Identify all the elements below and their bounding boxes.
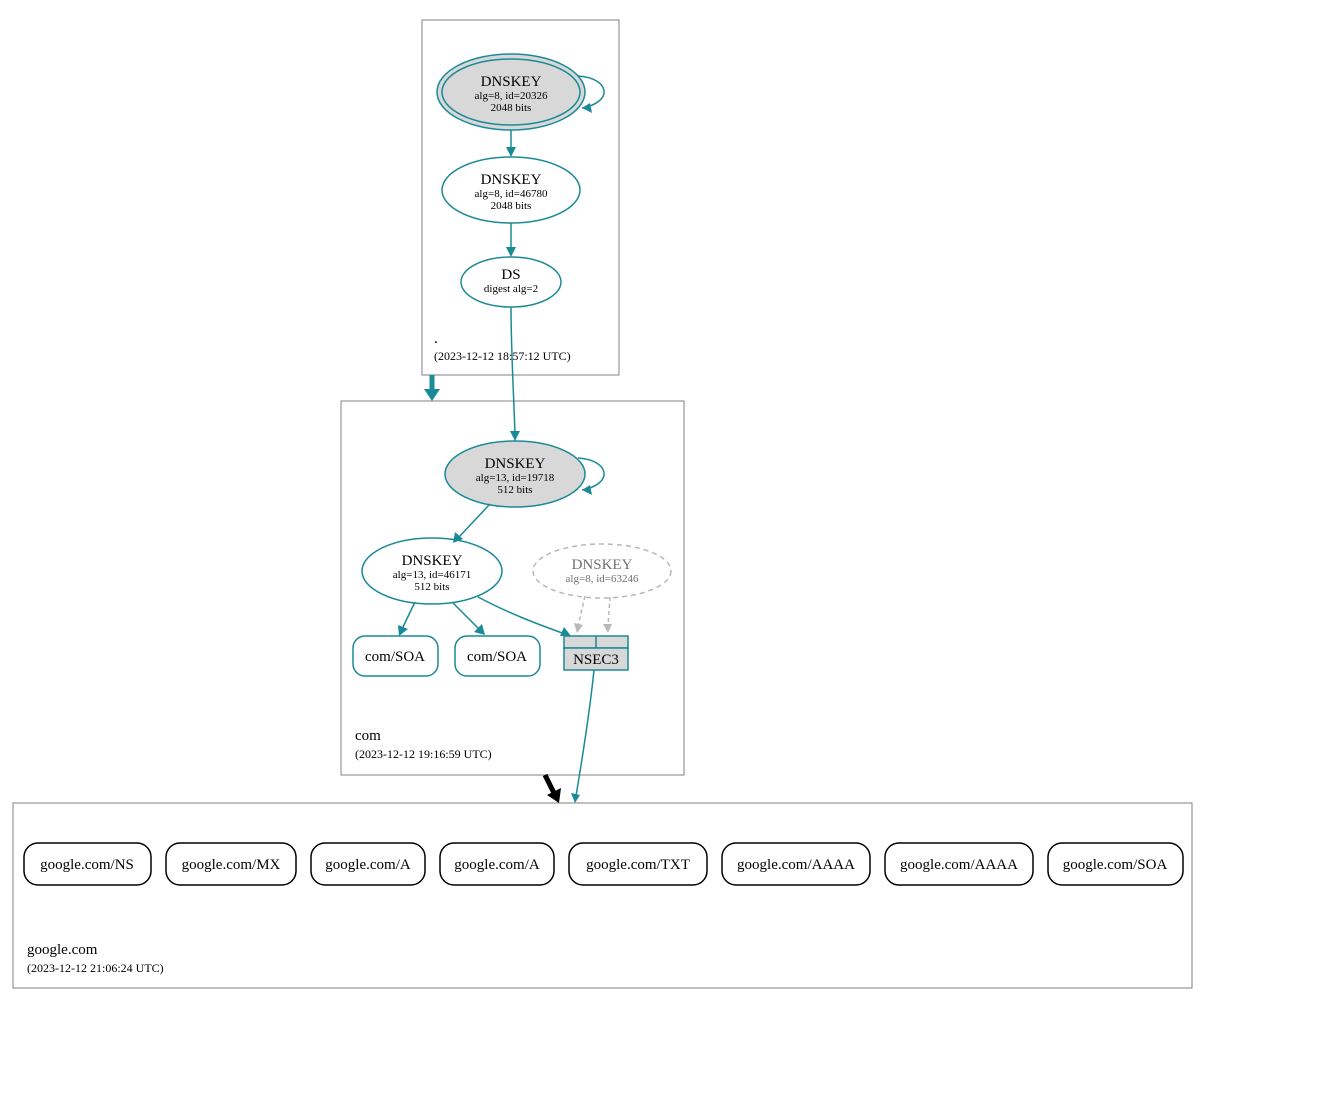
edge-nsec3-to-google <box>576 670 594 796</box>
node-com-zsk: DNSKEY alg=13, id=46171 512 bits <box>362 538 502 604</box>
svg-text:alg=13, id=19718: alg=13, id=19718 <box>476 472 555 484</box>
svg-text:2048 bits: 2048 bits <box>491 102 532 114</box>
node-com-ksk: DNSKEY alg=13, id=19718 512 bits <box>445 441 585 507</box>
svg-text:google.com/MX: google.com/MX <box>182 857 281 873</box>
edge-ds-to-com-ksk <box>511 307 515 435</box>
svg-text:alg=13, id=46171: alg=13, id=46171 <box>393 569 471 581</box>
zone-root-label: . <box>434 331 438 347</box>
svg-text:DNSKEY: DNSKEY <box>485 456 546 472</box>
node-root-zsk: DNSKEY alg=8, id=46780 2048 bits <box>442 157 580 223</box>
svg-text:google.com/A: google.com/A <box>454 857 540 873</box>
svg-text:google.com/TXT: google.com/TXT <box>586 857 690 873</box>
node-google-soa: google.com/SOA <box>1048 843 1183 885</box>
node-google-a-2: google.com/A <box>440 843 554 885</box>
svg-text:DS: DS <box>501 267 520 283</box>
svg-text:google.com/AAAA: google.com/AAAA <box>737 857 855 873</box>
node-nsec3: NSEC3 <box>564 636 628 670</box>
svg-text:alg=8, id=20326: alg=8, id=20326 <box>475 90 548 102</box>
node-com-soa-2: com/SOA <box>455 636 540 676</box>
svg-text:alg=8, id=63246: alg=8, id=63246 <box>566 573 639 585</box>
svg-text:com/SOA: com/SOA <box>467 649 527 665</box>
node-com-soa-1: com/SOA <box>353 636 438 676</box>
node-com-old-key: DNSKEY alg=8, id=63246 <box>533 544 671 598</box>
node-google-mx: google.com/MX <box>166 843 296 885</box>
svg-text:alg=8, id=46780: alg=8, id=46780 <box>475 188 548 200</box>
svg-text:DNSKEY: DNSKEY <box>481 74 542 90</box>
zone-com-time: (2023-12-12 19:16:59 UTC) <box>355 747 492 761</box>
svg-text:google.com/NS: google.com/NS <box>40 857 134 873</box>
svg-text:DNSKEY: DNSKEY <box>572 557 633 573</box>
node-google-txt: google.com/TXT <box>569 843 707 885</box>
svg-text:DNSKEY: DNSKEY <box>402 553 463 569</box>
zone-google-box <box>13 803 1192 988</box>
dnssec-diagram: . (2023-12-12 18:57:12 UTC) com (2023-12… <box>0 0 1317 1094</box>
node-root-ksk: DNSKEY alg=8, id=20326 2048 bits <box>437 54 585 130</box>
svg-text:2048 bits: 2048 bits <box>491 200 532 212</box>
svg-text:google.com/AAAA: google.com/AAAA <box>900 857 1018 873</box>
svg-text:512 bits: 512 bits <box>414 581 449 593</box>
svg-text:DNSKEY: DNSKEY <box>481 172 542 188</box>
svg-text:digest alg=2: digest alg=2 <box>484 283 538 295</box>
svg-text:google.com/SOA: google.com/SOA <box>1063 857 1168 873</box>
node-google-a-1: google.com/A <box>311 843 425 885</box>
svg-text:com/SOA: com/SOA <box>365 649 425 665</box>
svg-text:NSEC3: NSEC3 <box>573 652 619 668</box>
node-google-aaaa-2: google.com/AAAA <box>885 843 1033 885</box>
node-google-aaaa-1: google.com/AAAA <box>722 843 870 885</box>
svg-text:google.com/A: google.com/A <box>325 857 411 873</box>
zone-root-time: (2023-12-12 18:57:12 UTC) <box>434 349 571 363</box>
node-google-ns: google.com/NS <box>24 843 151 885</box>
node-root-ds: DS digest alg=2 <box>461 257 561 307</box>
zone-google-label: google.com <box>27 942 98 958</box>
svg-text:512 bits: 512 bits <box>497 484 532 496</box>
zone-google-time: (2023-12-12 21:06:24 UTC) <box>27 961 164 975</box>
zone-com-label: com <box>355 728 381 744</box>
